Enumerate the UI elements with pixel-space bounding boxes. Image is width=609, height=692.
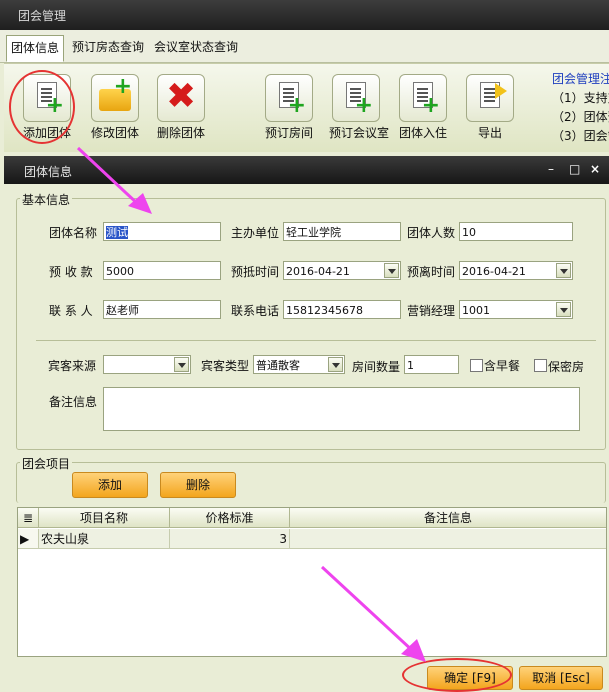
pointer-arrow (320, 565, 416, 654)
pointer-arrows (76, 146, 426, 662)
pointer-arrow (76, 146, 142, 208)
